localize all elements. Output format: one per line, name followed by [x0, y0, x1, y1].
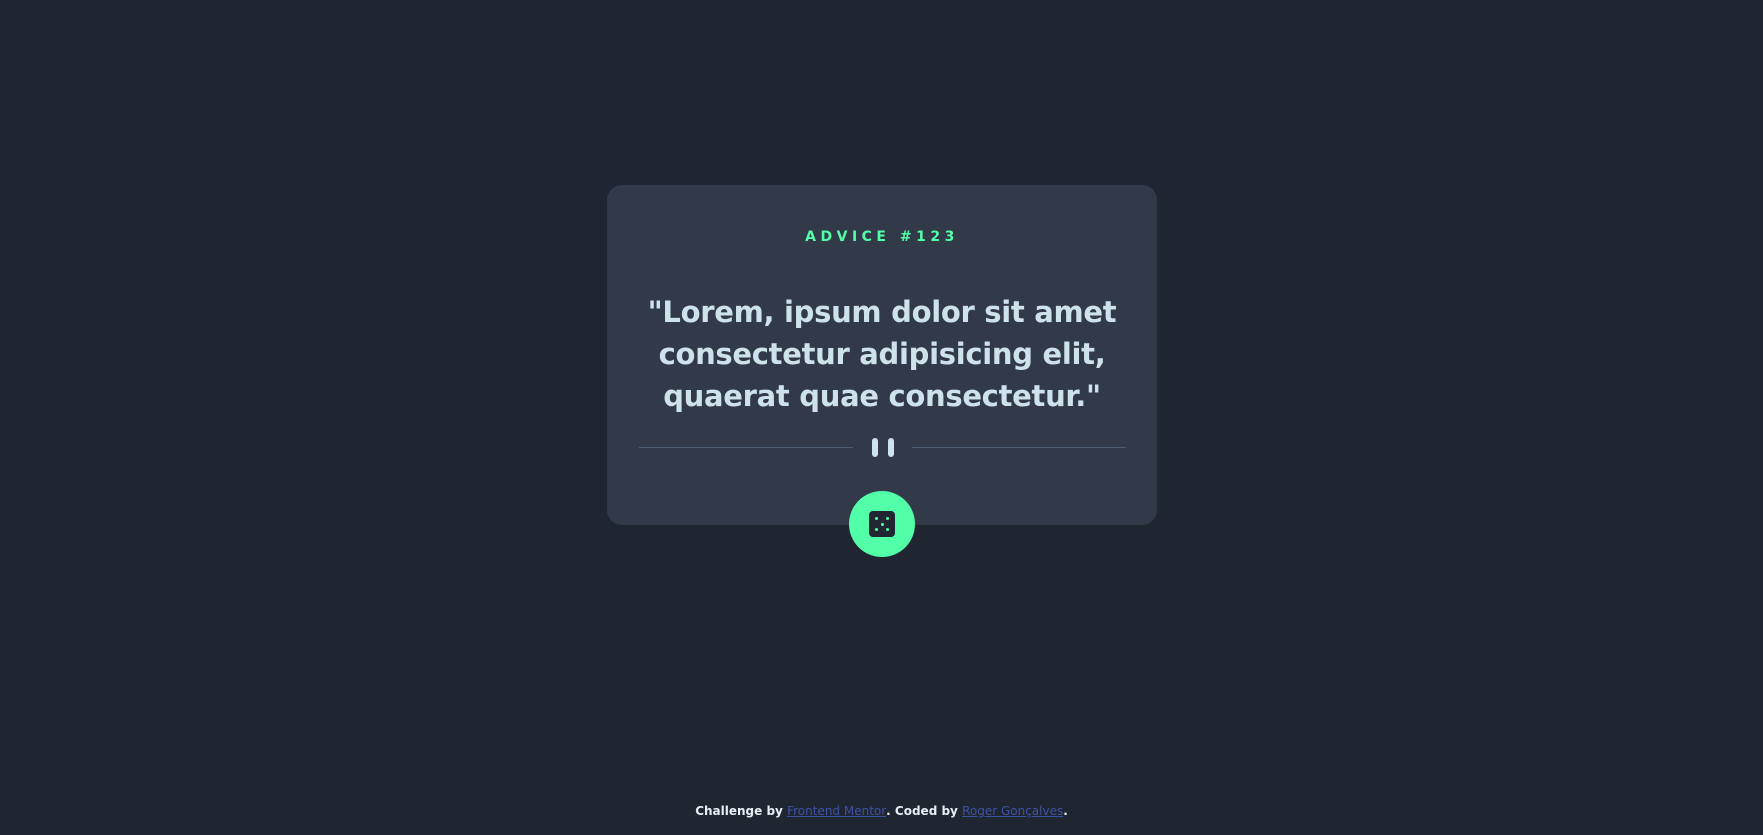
- footer-challenge-text: Challenge by: [695, 804, 783, 818]
- divider-line-right: [912, 447, 1126, 448]
- advice-card: ADVICE #123 "Lorem, ipsum dolor sit amet…: [607, 185, 1157, 525]
- attribution-footer: Challenge by Frontend Mentor. Coded by R…: [0, 804, 1763, 818]
- footer-end: .: [1063, 804, 1068, 818]
- frontend-mentor-link[interactable]: Frontend Mentor: [787, 804, 886, 818]
- footer-coded-text: . Coded by: [886, 804, 958, 818]
- generate-advice-button[interactable]: [849, 491, 915, 557]
- pause-icon: [870, 436, 896, 458]
- advice-quote: "Lorem, ipsum dolor sit amet consectetur…: [647, 295, 1117, 413]
- pattern-divider: [639, 436, 1126, 458]
- advice-id-label: ADVICE #123: [805, 229, 959, 245]
- divider-line-left: [639, 447, 853, 448]
- author-link[interactable]: Roger Gonçalves: [962, 804, 1063, 818]
- dice-icon: [869, 511, 895, 537]
